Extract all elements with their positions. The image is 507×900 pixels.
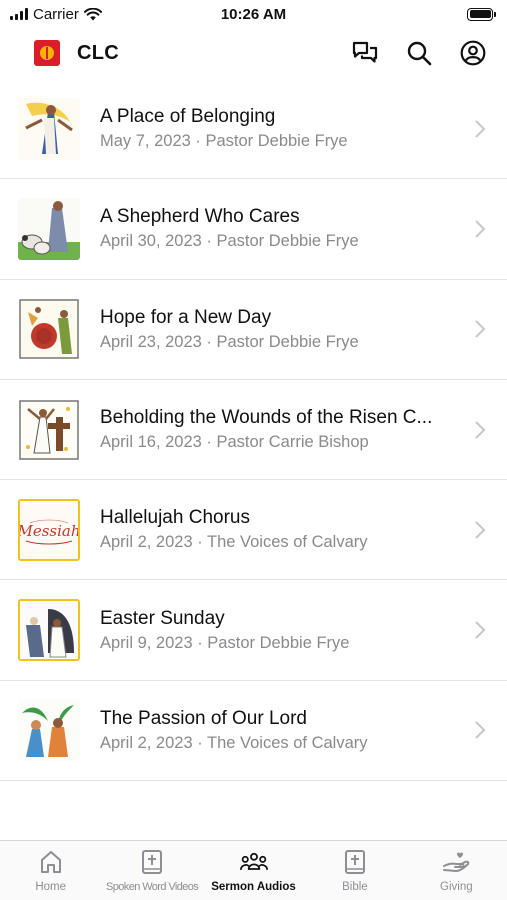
chevron-right-icon <box>475 721 486 740</box>
tab-spoken-word-videos[interactable]: Spoken Word Videos <box>101 841 202 900</box>
sermon-title: Hallelujah Chorus <box>100 507 250 529</box>
sermon-row[interactable]: Messiah Hallelujah Chorus April 2, 2023 … <box>0 480 507 581</box>
sermon-thumbnail: Messiah <box>18 498 80 561</box>
account-button[interactable] <box>459 39 487 67</box>
row-text: A Shepherd Who Cares April 30, 2023 · Pa… <box>100 205 461 252</box>
tab-giving[interactable]: Giving <box>406 841 507 900</box>
nav-actions <box>351 39 487 67</box>
sermon-row[interactable]: A Shepherd Who Cares April 30, 2023 · Pa… <box>0 179 507 280</box>
signal-icon <box>10 8 28 20</box>
chevron-right-icon <box>475 119 486 138</box>
new-day-art-icon <box>19 299 79 359</box>
sermon-list: A Place of Belonging May 7, 2023 · Pasto… <box>0 79 507 782</box>
carrier-label: Carrier <box>33 5 79 23</box>
chevron-right-icon <box>475 320 486 338</box>
tab-label: Giving <box>440 881 473 893</box>
sermon-thumbnail <box>18 97 80 160</box>
tab-bar: Home Spoken Word Videos Sermon Audios Bi… <box>0 840 507 900</box>
people-icon <box>239 852 268 871</box>
app-logo <box>34 40 60 66</box>
messiah-art-icon: Messiah <box>20 500 78 559</box>
sermon-thumbnail <box>18 699 80 762</box>
sermon-row[interactable]: Beholding the Wounds of the Risen C... A… <box>0 380 507 481</box>
wifi-icon <box>83 7 102 20</box>
sermon-thumbnail <box>18 399 80 461</box>
row-text: Hope for a New Day April 23, 2023 · Past… <box>100 306 461 353</box>
sermon-thumbnail <box>18 298 80 360</box>
row-text: Hallelujah Chorus April 2, 2023 · The Vo… <box>100 506 461 553</box>
chat-button[interactable] <box>351 39 379 67</box>
easter-art-icon <box>20 601 78 660</box>
sermon-row[interactable]: A Place of Belonging May 7, 2023 · Pasto… <box>0 79 507 180</box>
sermon-title: Hope for a New Day <box>100 306 272 328</box>
chevron-right-icon <box>475 521 486 539</box>
sermon-title: The Passion of Our Lord <box>100 707 307 729</box>
risen-christ-art-icon <box>19 399 79 460</box>
app-title: CLC <box>77 41 120 64</box>
search-icon <box>407 41 432 66</box>
sermon-row[interactable]: Easter Sunday April 9, 2023 · Pastor Deb… <box>0 580 507 681</box>
sermon-thumbnail <box>18 197 80 260</box>
svg-text:Messiah: Messiah <box>20 522 78 540</box>
row-text: The Passion of Our Lord April 2, 2023 · … <box>100 707 461 754</box>
account-icon <box>460 40 486 66</box>
sermon-subtitle: April 23, 2023 · Pastor Debbie Frye <box>100 332 359 351</box>
chevron-right-icon <box>475 220 486 238</box>
row-text: A Place of Belonging May 7, 2023 · Pasto… <box>100 105 461 152</box>
belonging-art-icon <box>18 97 80 160</box>
bible-icon <box>344 850 365 874</box>
tab-label: Home <box>35 881 67 893</box>
chat-bubbles-icon <box>352 41 378 63</box>
palm-sunday-art-icon <box>18 699 80 762</box>
battery-icon <box>467 7 496 21</box>
sermon-subtitle: April 9, 2023 · Pastor Debbie Frye <box>100 633 350 652</box>
home-icon <box>40 851 61 873</box>
sermon-subtitle: April 2, 2023 · The Voices of Calvary <box>100 733 368 752</box>
sermon-subtitle: April 2, 2023 · The Voices of Calvary <box>100 533 368 552</box>
tab-bible[interactable]: Bible <box>304 841 405 900</box>
chevron-right-icon <box>475 621 486 639</box>
sermon-title: Beholding the Wounds of the Risen C... <box>100 407 433 429</box>
search-button[interactable] <box>405 39 433 67</box>
tab-home[interactable]: Home <box>0 841 101 900</box>
sermon-subtitle: April 30, 2023 · Pastor Debbie Frye <box>100 232 359 251</box>
sermon-row[interactable]: Hope for a New Day April 23, 2023 · Past… <box>0 280 507 380</box>
sermon-title: Easter Sunday <box>100 607 225 629</box>
status-left: Carrier <box>10 6 102 23</box>
sermon-row[interactable]: The Passion of Our Lord April 2, 2023 · … <box>0 681 507 782</box>
sermon-subtitle: May 7, 2023 · Pastor Debbie Frye <box>100 132 348 151</box>
book-cross-icon <box>142 850 163 874</box>
tab-label: Spoken Word Videos <box>106 881 199 893</box>
shepherd-art-icon <box>18 197 80 260</box>
chevron-right-icon <box>475 420 486 439</box>
row-text: Beholding the Wounds of the Risen C... A… <box>100 406 461 453</box>
nav-bar: CLC <box>0 30 507 76</box>
sermon-subtitle: April 16, 2023 · Pastor Carrie Bishop <box>100 433 369 452</box>
row-text: Easter Sunday April 9, 2023 · Pastor Deb… <box>100 607 461 654</box>
tab-sermon-audios[interactable]: Sermon Audios <box>203 841 304 900</box>
tab-label: Sermon Audios <box>211 881 296 893</box>
sermon-title: A Shepherd Who Cares <box>100 206 300 228</box>
sermon-title: A Place of Belonging <box>100 106 276 128</box>
sermon-thumbnail <box>18 599 80 662</box>
status-bar: Carrier 10:26 AM <box>0 0 507 28</box>
giving-hand-icon <box>443 852 470 872</box>
tab-label: Bible <box>342 881 368 893</box>
